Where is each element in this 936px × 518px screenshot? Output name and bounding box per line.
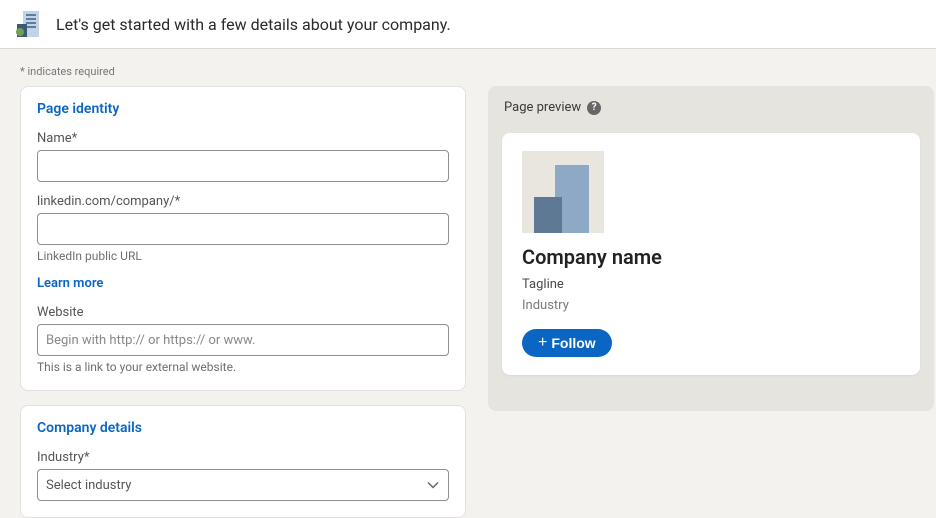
- url-field-group: linkedin.com/company/* LinkedIn public U…: [37, 194, 449, 263]
- website-field-group: Website This is a link to your external …: [37, 305, 449, 374]
- company-building-icon: [14, 10, 42, 38]
- page-identity-card: Page identity Name* linkedin.com/company…: [20, 86, 466, 391]
- preview-industry: Industry: [522, 298, 900, 313]
- learn-more-link[interactable]: Learn more: [37, 276, 103, 291]
- preview-card: Company name Tagline Industry + Follow: [502, 133, 920, 375]
- follow-button[interactable]: + Follow: [522, 329, 612, 357]
- form-column: Page identity Name* linkedin.com/company…: [20, 86, 466, 518]
- name-field-group: Name*: [37, 131, 449, 182]
- help-icon[interactable]: ?: [587, 101, 601, 115]
- page-header: Let's get started with a few details abo…: [0, 0, 936, 49]
- url-label: linkedin.com/company/*: [37, 194, 449, 209]
- preview-header-label: Page preview: [504, 100, 581, 115]
- company-details-title: Company details: [37, 420, 449, 436]
- name-label: Name*: [37, 131, 449, 146]
- company-details-card: Company details Industry* Select industr…: [20, 405, 466, 518]
- preview-panel: Page preview ? Company name Tagline Indu…: [488, 86, 934, 411]
- url-helper: LinkedIn public URL: [37, 249, 449, 263]
- industry-field-group: Industry* Select industry: [37, 450, 449, 501]
- page-title: Let's get started with a few details abo…: [56, 15, 451, 34]
- plus-icon: +: [538, 335, 547, 351]
- preview-company-name: Company name: [522, 245, 900, 269]
- url-input[interactable]: [37, 213, 449, 245]
- page-identity-title: Page identity: [37, 101, 449, 117]
- preview-column: Page preview ? Company name Tagline Indu…: [488, 86, 934, 411]
- industry-label: Industry*: [37, 450, 449, 465]
- preview-tagline: Tagline: [522, 277, 900, 292]
- required-indicator-note: * indicates required: [20, 65, 916, 78]
- name-input[interactable]: [37, 150, 449, 182]
- page-body: * indicates required Page identity Name*…: [0, 49, 936, 518]
- website-input[interactable]: [37, 324, 449, 356]
- follow-label: Follow: [551, 335, 595, 351]
- company-logo-placeholder: [522, 151, 604, 233]
- preview-header: Page preview ?: [502, 100, 920, 115]
- industry-select[interactable]: Select industry: [37, 469, 449, 501]
- website-label: Website: [37, 305, 449, 320]
- website-helper: This is a link to your external website.: [37, 360, 449, 374]
